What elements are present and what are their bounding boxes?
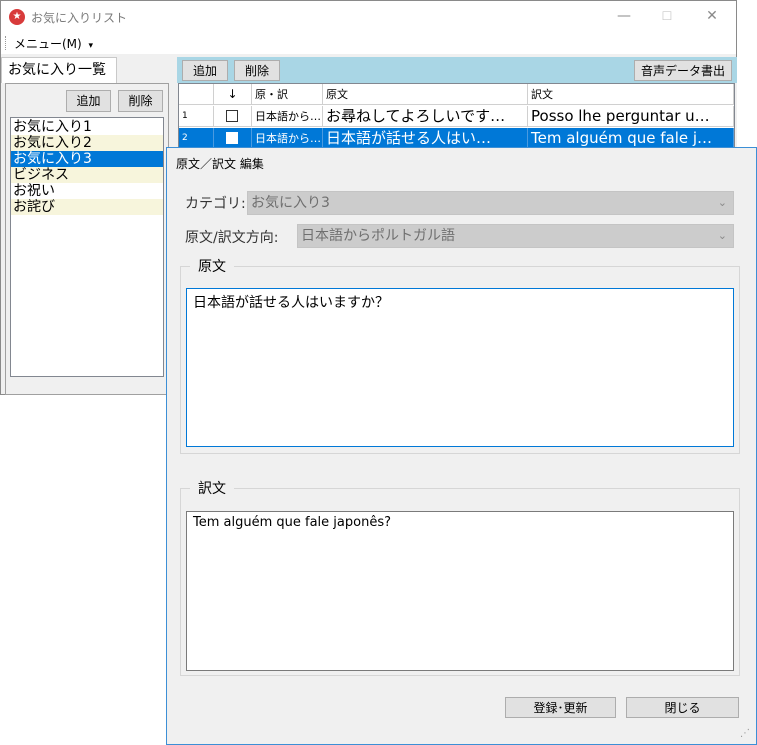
list-item[interactable]: お気に入り2 [11, 135, 163, 151]
chevron-down-icon: ▾ [88, 41, 94, 51]
list-item-selected[interactable]: お気に入り3 [11, 151, 163, 167]
list-item[interactable]: お祝い [11, 183, 163, 199]
list-item[interactable]: ビジネス [11, 167, 163, 183]
original-group-title: 原文 [190, 256, 234, 276]
column-header-translation[interactable]: 訳文 [528, 84, 734, 105]
direction-label: 原文/訳文方向: [185, 230, 279, 246]
dialog-title: 原文／訳文 編集 [176, 157, 264, 171]
app-star-icon: ★ [9, 9, 25, 25]
translation-group-title: 訳文 [190, 478, 234, 498]
translation-text-input[interactable]: Tem alguém que fale japonês? [186, 511, 734, 671]
row-original: 日本語が話せる人はい… [323, 128, 528, 149]
close-button[interactable]: ✕ [689, 1, 735, 32]
column-header-num[interactable] [179, 84, 214, 105]
column-header-original[interactable]: 原文 [323, 84, 528, 105]
save-update-button[interactable]: 登録･更新 [505, 697, 616, 718]
list-item[interactable]: お詫び [11, 199, 163, 215]
row-direction: 日本語から… [252, 128, 323, 149]
category-add-button[interactable]: 追加 [66, 90, 111, 112]
title-bar[interactable]: ★ お気に入りリスト — ☐ ✕ [1, 1, 736, 32]
maximize-button[interactable]: ☐ [644, 1, 690, 32]
category-delete-button[interactable]: 削除 [118, 90, 163, 112]
row-translation: Posso lhe perguntar u… [528, 106, 734, 127]
row-checkbox[interactable] [226, 110, 238, 122]
chevron-down-icon: ⌄ [717, 196, 727, 209]
phrase-delete-button[interactable]: 削除 [234, 60, 280, 81]
edit-dialog: 原文／訳文 編集 カテゴリ: お気に入り3 ⌄ 原文/訳文方向: 日本語からポル… [166, 147, 757, 745]
table-row[interactable]: 1 日本語から… お尋ねしてよろしいです… Posso lhe pergunta… [179, 106, 734, 128]
phrase-toolbar: 追加 削除 音声データ書出 [177, 57, 737, 83]
row-number: 2 [179, 128, 214, 149]
column-header-sort[interactable]: ↓ [214, 84, 252, 105]
column-header-direction[interactable]: 原・訳 [252, 84, 323, 105]
phrase-grid[interactable]: ↓ 原・訳 原文 訳文 1 日本語から… お尋ねしてよろしいです… Posso … [178, 83, 735, 153]
dialog-close-button[interactable]: 閉じる [626, 697, 739, 718]
direction-select[interactable]: 日本語からポルトガル語 ⌄ [297, 224, 734, 248]
original-text-input[interactable]: 日本語が話せる人はいますか？ [186, 288, 734, 447]
direction-value: 日本語からポルトガル語 [301, 228, 455, 244]
list-item[interactable]: お気に入り1 [11, 119, 163, 135]
menu-bar: メニュー(M) ▾ [1, 32, 736, 54]
export-audio-button[interactable]: 音声データ書出 [634, 60, 732, 81]
category-value: お気に入り3 [251, 195, 330, 211]
category-list[interactable]: お気に入り1 お気に入り2 お気に入り3 ビジネス お祝い お詫び [10, 117, 164, 377]
row-direction: 日本語から… [252, 106, 323, 127]
menu-label: メニュー(M) [14, 37, 82, 51]
row-checkbox-cell [214, 106, 252, 127]
row-number: 1 [179, 106, 214, 127]
toolbar-grip[interactable] [5, 36, 8, 50]
tab-favorites-list[interactable]: お気に入り一覧 [1, 57, 117, 83]
resize-grip-icon[interactable]: ⋰ [740, 728, 752, 740]
phrase-add-button[interactable]: 追加 [182, 60, 228, 81]
row-checkbox-cell [214, 128, 252, 149]
chevron-down-icon: ⌄ [717, 229, 727, 242]
row-translation: Tem alguém que fale j… [528, 128, 734, 149]
minimize-button[interactable]: — [601, 1, 647, 32]
row-original: お尋ねしてよろしいです… [323, 106, 528, 127]
category-label: カテゴリ: [185, 196, 246, 212]
category-select[interactable]: お気に入り3 ⌄ [247, 191, 734, 215]
row-checkbox[interactable] [226, 132, 238, 144]
window-title: お気に入りリスト [31, 11, 128, 25]
menu-dropdown[interactable]: メニュー(M) ▾ [14, 35, 93, 52]
